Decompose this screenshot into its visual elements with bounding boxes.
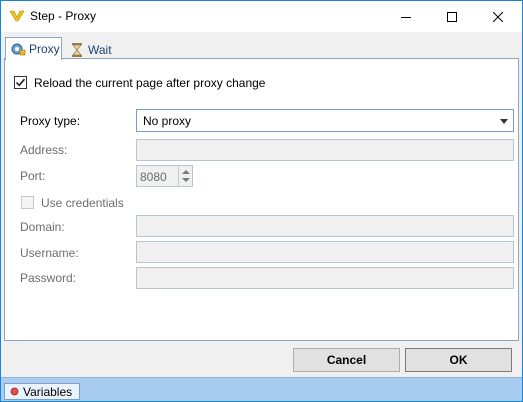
proxy-type-select[interactable]: No proxy	[136, 109, 514, 132]
tab-wait-label: Wait	[88, 43, 112, 57]
port-value: 8080	[140, 170, 167, 184]
ok-button[interactable]: OK	[405, 348, 512, 372]
cancel-button[interactable]: Cancel	[293, 348, 400, 372]
reload-page-label: Reload the current page after proxy chan…	[34, 76, 266, 90]
tab-proxy[interactable]: Proxy	[5, 37, 62, 60]
domain-label: Domain:	[20, 220, 65, 234]
port-spinner-buttons[interactable]	[178, 166, 192, 186]
window-title: Step - Proxy	[30, 9, 97, 23]
proxy-type-value: No proxy	[143, 113, 192, 128]
proxy-panel: Reload the current page after proxy chan…	[4, 58, 519, 341]
status-bar: Variables	[1, 377, 522, 401]
tab-proxy-label: Proxy	[29, 42, 60, 56]
close-icon	[493, 11, 503, 22]
username-input[interactable]	[136, 241, 514, 263]
password-label: Password:	[20, 271, 77, 285]
proxy-type-label: Proxy type:	[20, 114, 81, 128]
spin-up-icon[interactable]	[182, 170, 190, 174]
port-label: Port:	[20, 169, 46, 183]
use-credentials-checkbox[interactable]	[21, 196, 34, 209]
tab-strip: Proxy Wait	[1, 32, 522, 60]
username-label: Username:	[20, 246, 79, 260]
variables-tab-label: Variables	[23, 384, 73, 399]
spin-down-icon[interactable]	[182, 178, 190, 182]
reload-page-checkbox[interactable]	[14, 76, 27, 89]
address-input[interactable]	[136, 139, 514, 161]
app-logo-icon	[9, 10, 25, 22]
chevron-down-icon	[500, 119, 508, 124]
use-credentials-label: Use credentials	[41, 196, 124, 210]
variables-tab[interactable]: Variables	[4, 383, 80, 400]
password-input[interactable]	[136, 267, 514, 289]
checkmark-icon	[15, 78, 26, 87]
maximize-button[interactable]	[429, 1, 475, 32]
minimize-button[interactable]	[383, 1, 429, 32]
hourglass-icon	[69, 42, 85, 58]
dialog-window: Step - Proxy Proxy Wait Reload the curre…	[0, 0, 523, 402]
maximize-icon	[447, 11, 457, 22]
domain-input[interactable]	[136, 215, 514, 237]
gear-icon	[10, 41, 26, 57]
close-button[interactable]	[475, 1, 521, 32]
address-label: Address:	[20, 143, 68, 157]
minimize-icon	[401, 16, 411, 18]
variables-icon	[10, 387, 19, 396]
title-bar: Step - Proxy	[1, 1, 522, 32]
port-spinner[interactable]: 8080	[136, 165, 193, 187]
